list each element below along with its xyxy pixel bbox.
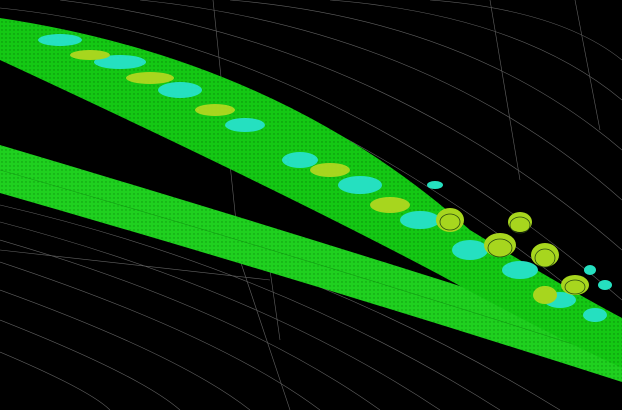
render-viewport[interactable] bbox=[0, 0, 622, 410]
cfd-render-scene bbox=[0, 0, 622, 410]
